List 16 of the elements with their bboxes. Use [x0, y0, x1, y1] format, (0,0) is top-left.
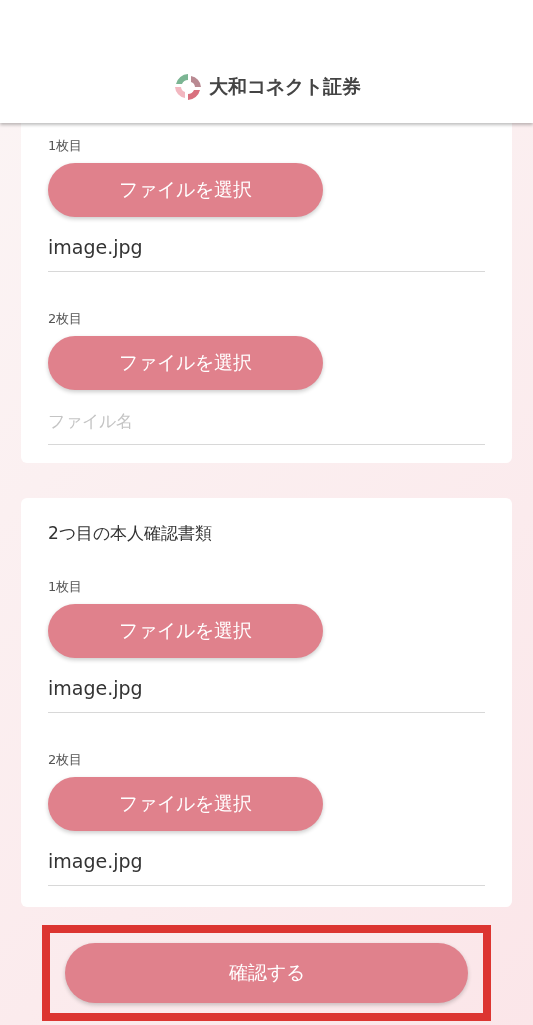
choose-file-button[interactable]: ファイルを選択: [48, 777, 323, 831]
file-number-label: 2枚目: [48, 751, 83, 769]
choose-file-button[interactable]: ファイルを選択: [48, 336, 323, 390]
file-number-label: 1枚目: [48, 137, 83, 155]
section-title: 2つ目の本人確認書類: [48, 522, 213, 545]
file-name-field[interactable]: image.jpg: [48, 658, 485, 713]
file-number-label: 1枚目: [48, 578, 83, 596]
file-name-field[interactable]: image.jpg: [48, 217, 485, 272]
confirm-button[interactable]: 確認する: [65, 943, 468, 1003]
logo-text: 大和コネクト証券: [208, 74, 361, 99]
file-name-field[interactable]: ファイル名: [48, 390, 485, 445]
choose-file-button[interactable]: ファイルを選択: [48, 604, 323, 658]
file-name-field[interactable]: image.jpg: [48, 831, 485, 886]
logo-icon: [172, 72, 203, 102]
file-number-label: 2枚目: [48, 310, 83, 328]
choose-file-button[interactable]: ファイルを選択: [48, 163, 323, 217]
